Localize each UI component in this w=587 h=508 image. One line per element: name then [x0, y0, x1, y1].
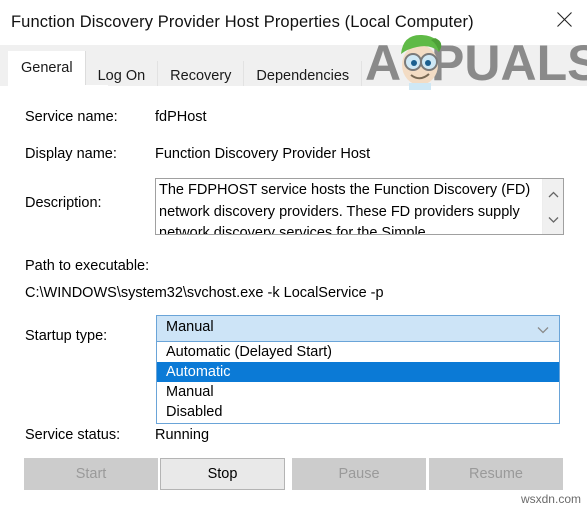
tab-general[interactable]: General — [8, 51, 86, 86]
startup-type-combobox[interactable]: Manual — [156, 315, 560, 342]
tab-dependencies-label: Dependencies — [256, 68, 350, 84]
description-value: The FDPHOST service hosts the Function D… — [159, 182, 531, 235]
pause-button[interactable]: Pause — [292, 458, 426, 490]
site-watermark: wsxdn.com — [520, 492, 581, 506]
service-status-label: Service status: — [25, 427, 121, 443]
display-name-label: Display name: — [25, 146, 117, 162]
startup-type-label: Startup type: — [25, 328, 108, 344]
scroll-up-button[interactable] — [543, 183, 563, 205]
tab-list: General Log On Recovery Dependencies — [8, 51, 363, 91]
chevron-down-icon — [537, 327, 549, 334]
tab-strip: General Log On Recovery Dependencies — [0, 45, 587, 91]
resume-button[interactable]: Resume — [429, 458, 563, 490]
dropdown-option-automatic[interactable]: Automatic — [157, 362, 559, 382]
chevron-down-icon — [548, 216, 559, 223]
service-name-label: Service name: — [25, 109, 118, 125]
title-bar: Function Discovery Provider Host Propert… — [0, 0, 587, 45]
tab-log-on-label: Log On — [97, 68, 146, 84]
stop-button[interactable]: Stop — [160, 458, 285, 490]
path-to-executable-label: Path to executable: — [25, 258, 150, 274]
tab-recovery-label: Recovery — [170, 68, 232, 84]
tab-general-label: General — [21, 60, 73, 76]
startup-type-selected-value: Manual — [166, 319, 214, 335]
description-textbox[interactable]: The FDPHOST service hosts the Function D… — [155, 178, 564, 235]
start-button[interactable]: Start — [24, 458, 158, 490]
close-button[interactable] — [541, 0, 587, 38]
description-scrollbar[interactable] — [542, 179, 563, 234]
dropdown-option-disabled[interactable]: Disabled — [157, 402, 559, 422]
path-to-executable-value: C:\WINDOWS\system32\svchost.exe -k Local… — [25, 285, 384, 301]
service-status-value: Running — [155, 427, 210, 443]
display-name-value: Function Discovery Provider Host — [155, 146, 371, 162]
close-icon — [556, 11, 572, 27]
general-tab-panel: Service name: fdPHost Display name: Func… — [0, 86, 587, 508]
service-name-value: fdPHost — [155, 109, 207, 125]
window-title: Function Discovery Provider Host Propert… — [11, 13, 474, 31]
dropdown-option-manual[interactable]: Manual — [157, 382, 559, 402]
startup-type-dropdown-list[interactable]: Automatic (Delayed Start) Automatic Manu… — [156, 342, 560, 424]
scroll-down-button[interactable] — [543, 208, 563, 230]
description-label: Description: — [25, 195, 102, 211]
combobox-chevron[interactable] — [536, 323, 550, 337]
chevron-up-icon — [548, 191, 559, 197]
active-tab-underlay — [8, 85, 108, 88]
dropdown-option-automatic-delayed-start[interactable]: Automatic (Delayed Start) — [157, 342, 559, 362]
